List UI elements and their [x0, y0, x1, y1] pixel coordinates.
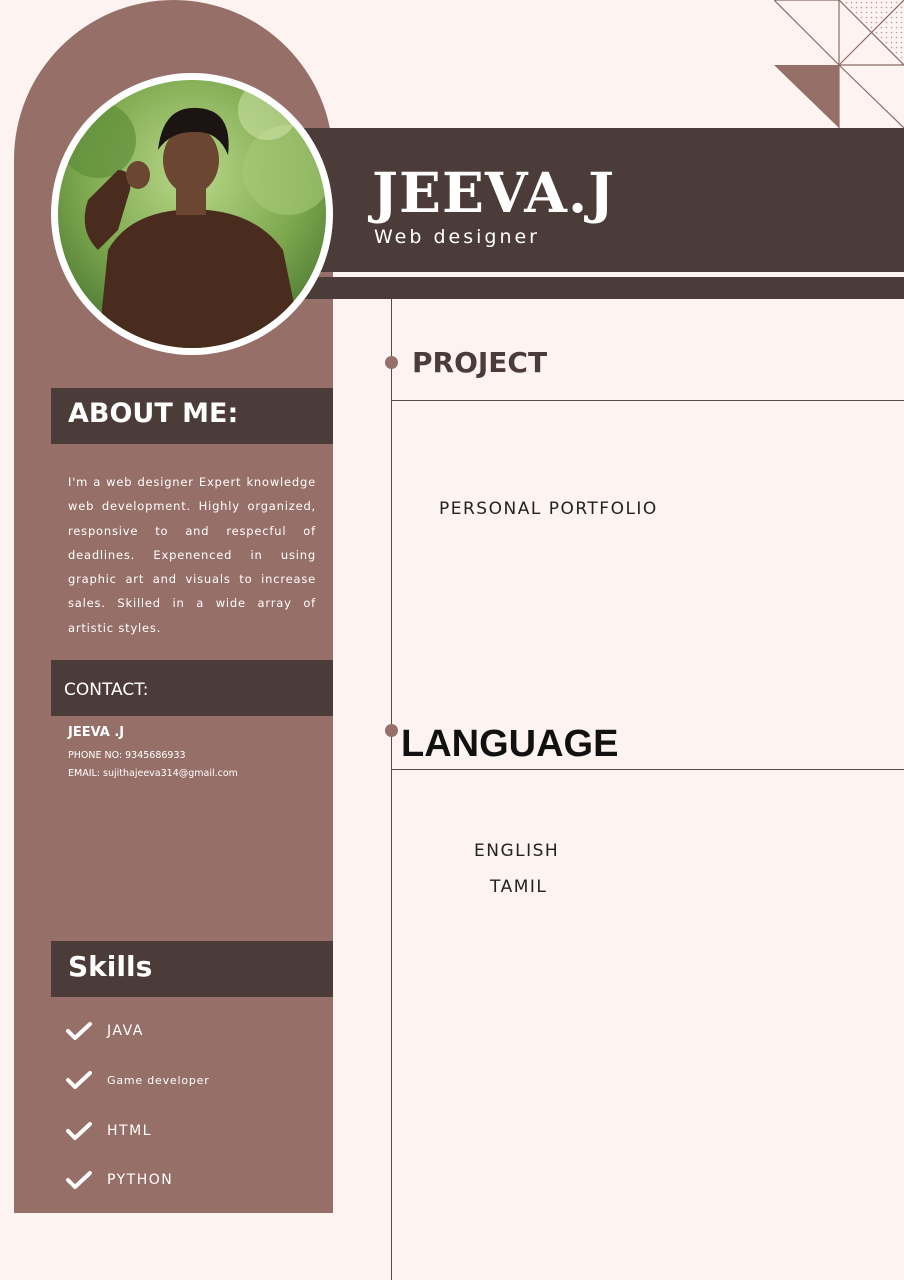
about-heading: ABOUT ME:	[51, 388, 333, 444]
skill-label: Game developer	[107, 1073, 210, 1087]
project-heading: PROJECT	[412, 346, 548, 379]
language-item: ENGLISH	[474, 841, 560, 861]
profile-photo-frame	[51, 73, 333, 355]
section-divider	[391, 769, 904, 770]
section-divider	[391, 400, 904, 401]
check-icon	[66, 1122, 92, 1140]
geometric-decoration	[774, 0, 904, 129]
skill-label: PYTHON	[107, 1172, 174, 1188]
skill-item: JAVA	[66, 1021, 144, 1041]
check-icon	[66, 1171, 92, 1189]
contact-name: JEEVA .J	[68, 725, 125, 740]
about-text: I'm a web designer Expert knowledge web …	[68, 475, 316, 635]
profile-photo	[58, 80, 326, 348]
skills-heading: Skills	[51, 941, 333, 997]
profile-role: Web designer	[374, 226, 540, 248]
timeline-dot	[385, 356, 398, 369]
check-icon	[66, 1071, 92, 1089]
profile-name: JEEVA.J	[372, 160, 616, 225]
timeline-dot	[385, 724, 398, 737]
timeline-line	[391, 299, 392, 1280]
skill-item: Game developer	[66, 1070, 210, 1090]
language-item: TAMIL	[490, 877, 548, 897]
skill-item: HTML	[66, 1121, 152, 1141]
check-icon	[66, 1022, 92, 1040]
contact-heading: CONTACT:	[51, 660, 333, 716]
project-item: PERSONAL PORTFOLIO	[439, 499, 658, 519]
language-heading: LANGUAGE	[401, 723, 619, 765]
skill-label: JAVA	[107, 1023, 144, 1039]
skill-label: HTML	[107, 1123, 152, 1139]
contact-phone: PHONE NO: 9345686933	[68, 750, 186, 761]
skill-item: PYTHON	[66, 1170, 173, 1190]
name-banner-strip	[300, 277, 904, 299]
contact-email[interactable]: EMAIL: sujithajeeva314@gmail.com	[68, 768, 238, 779]
